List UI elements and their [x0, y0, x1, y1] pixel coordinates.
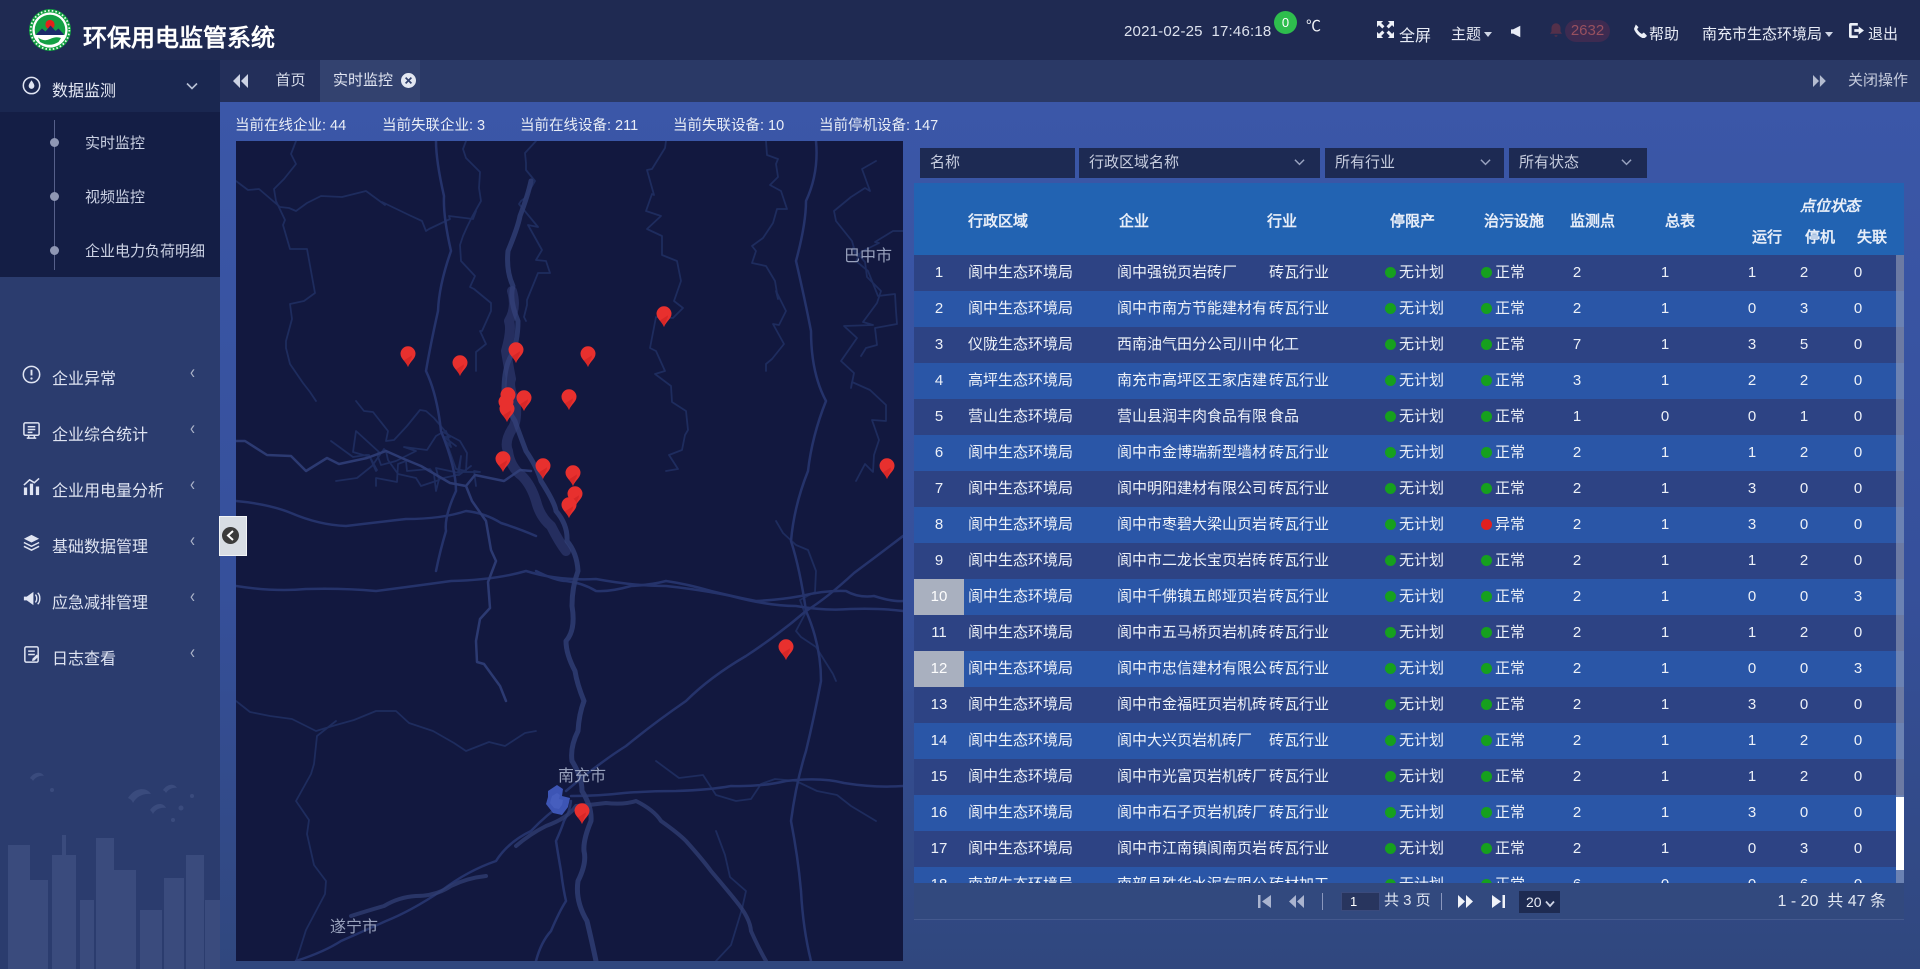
svg-text:巴中市: 巴中市	[844, 247, 892, 265]
svg-text:遂宁市: 遂宁市	[330, 918, 378, 936]
svg-text:南充市: 南充市	[558, 767, 606, 785]
